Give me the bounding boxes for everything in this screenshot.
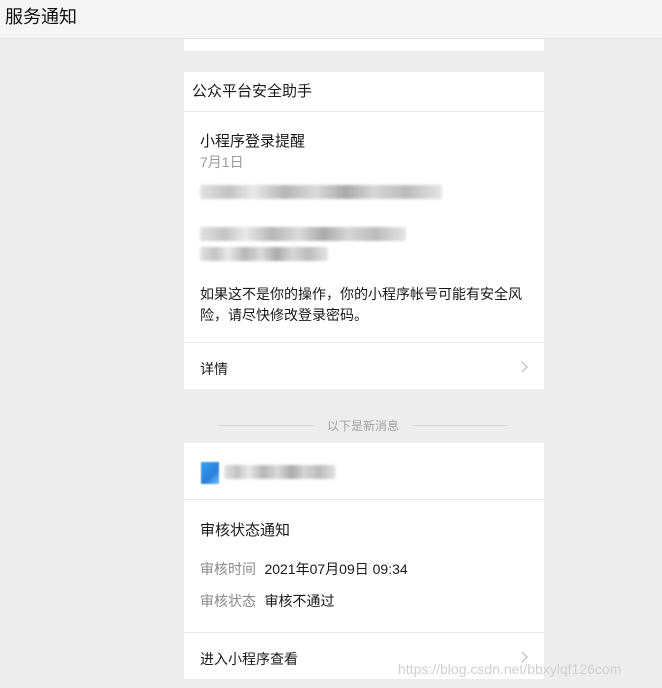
window-titlebar: 服务通知 — [0, 0, 662, 39]
redacted-text-line — [200, 185, 442, 199]
info-row-review-time: 审核时间 2021年07月09日 09:34 — [200, 559, 408, 579]
new-messages-separator: 以下是新消息 — [326, 419, 399, 433]
mini-program-avatar-icon — [201, 462, 219, 484]
notification-title: 审核状态通知 — [200, 522, 291, 539]
previous-message-card-stub — [184, 39, 544, 51]
open-mini-program-label: 进入小程序查看 — [200, 651, 298, 667]
redacted-text-line — [200, 247, 328, 261]
divider — [184, 499, 544, 500]
review-time-value: 2021年07月09日 09:34 — [264, 561, 408, 577]
separator-line-left — [218, 425, 314, 426]
review-status-value: 审核不通过 — [264, 593, 335, 609]
details-row[interactable]: 详情 — [184, 343, 544, 389]
details-label: 详情 — [200, 361, 228, 377]
message-title: 小程序登录提醒 — [200, 133, 306, 150]
review-status-label: 审核状态 — [200, 593, 256, 609]
message-card-review-status: 审核状态通知 审核时间 2021年07月09日 09:34 审核状态 审核不通过… — [184, 443, 544, 679]
redacted-mini-program-name — [224, 465, 336, 479]
message-card-login-reminder: 公众平台安全助手 小程序登录提醒 7月1日 如果这不是你的操作，你的小程序帐号可… — [184, 72, 544, 389]
watermark: https://blog.csdn.net/bbxylqf126com — [398, 661, 622, 677]
message-body: 如果这不是你的操作，你的小程序帐号可能有安全风险，请尽快修改登录密码。 — [200, 286, 522, 323]
info-row-review-status: 审核状态 审核不通过 — [200, 591, 334, 611]
separator-line-right — [412, 425, 508, 426]
chevron-right-icon — [516, 361, 528, 373]
sender-name: 公众平台安全助手 — [184, 72, 544, 112]
window-title: 服务通知 — [5, 7, 77, 27]
message-date: 7月1日 — [200, 154, 244, 170]
redacted-text-line — [200, 227, 406, 241]
review-time-label: 审核时间 — [200, 561, 256, 577]
